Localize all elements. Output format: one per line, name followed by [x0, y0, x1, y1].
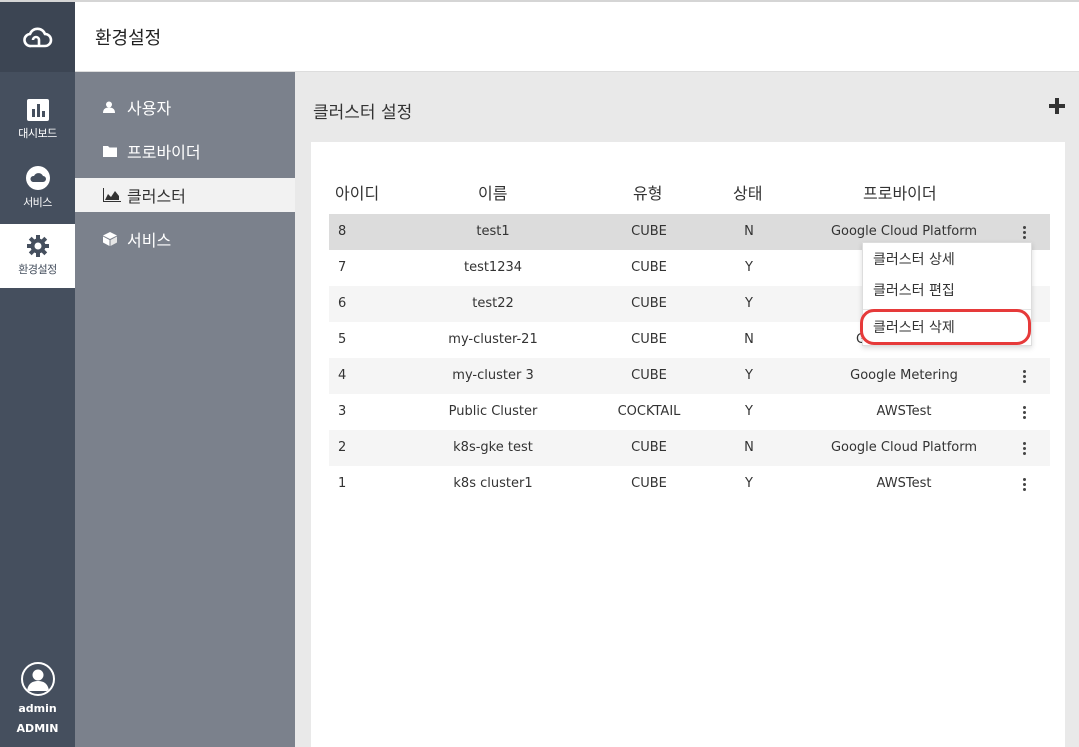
app-logo[interactable] [0, 2, 75, 72]
column-header-provider: 프로바이더 [863, 184, 937, 203]
cell-type: CUBE [631, 296, 667, 311]
page-title: 환경설정 [95, 28, 162, 49]
submenu-item-providers[interactable]: 프로바이더 [75, 134, 295, 168]
cloud-icon [25, 166, 50, 190]
cell-type: CUBE [631, 332, 667, 347]
table-row[interactable]: 3 Public Cluster COCKTAIL Y AWSTest [329, 394, 1050, 430]
column-header-state: 상태 [733, 184, 763, 203]
section-title: 클러스터 설정 [313, 103, 413, 123]
column-header-id: 아이디 [335, 184, 380, 203]
cell-type: CUBE [631, 260, 667, 275]
menu-item-cluster-detail[interactable]: 클러스터 상세 [873, 245, 955, 275]
cloud-logo-icon [22, 27, 52, 48]
menu-item-cluster-edit[interactable]: 클러스터 편집 [873, 276, 955, 306]
cell-type: CUBE [631, 440, 667, 455]
rail-item-label: 서비스 [23, 196, 52, 209]
rail-item-services[interactable]: 서비스 [0, 156, 75, 220]
rail-item-settings[interactable]: 환경설정 [0, 224, 75, 288]
column-header-name: 이름 [478, 184, 508, 203]
cell-state: Y [745, 296, 753, 311]
annotation-highlight [860, 309, 1031, 345]
avatar [20, 662, 55, 696]
cube-icon [103, 232, 121, 246]
cell-state: N [744, 440, 754, 455]
submenu-item-clusters[interactable]: 클러스터 [75, 178, 295, 212]
submenu-item-services[interactable]: 서비스 [75, 222, 295, 256]
user-avatar-icon [26, 669, 49, 691]
more-vertical-icon[interactable] [1019, 370, 1029, 383]
cell-provider: Google Cloud Platform [830, 440, 978, 455]
submenu-item-label: 프로바이더 [127, 143, 201, 162]
rail-item-dashboard[interactable]: 대시보드 [0, 88, 75, 152]
submenu-item-label: 서비스 [127, 231, 172, 250]
user-icon [103, 101, 121, 113]
cell-state: N [744, 224, 754, 239]
cell-type: CUBE [631, 476, 667, 491]
table-row[interactable]: 4 my-cluster 3 CUBE Y Google Metering [329, 358, 1050, 394]
cell-state: N [744, 332, 754, 347]
main-content: 클러스터 설정 아이디 이름 유형 상태 프로바이더 8 test1 CUBE … [295, 72, 1079, 747]
submenu-item-label: 클러스터 [127, 187, 186, 206]
column-header-type: 유형 [633, 184, 663, 203]
cell-type: COCKTAIL [617, 404, 681, 419]
table-row[interactable]: 1 k8s cluster1 CUBE Y AWSTest [329, 466, 1050, 502]
table-row[interactable]: 2 k8s-gke test CUBE N Google Cloud Platf… [329, 430, 1050, 466]
page-header: 환경설정 [75, 2, 1079, 72]
submenu-item-label: 사용자 [127, 99, 172, 118]
submenu-item-users[interactable]: 사용자 [75, 90, 295, 124]
cell-type: CUBE [631, 224, 667, 239]
more-vertical-icon[interactable] [1019, 442, 1029, 455]
rail-item-label: 환경설정 [18, 263, 57, 276]
plus-icon[interactable] [1047, 96, 1067, 116]
bar-chart-icon [26, 99, 49, 121]
user-name: admin [18, 702, 57, 715]
cell-provider: AWSTest [876, 404, 932, 419]
user-profile[interactable]: admin ADMIN [0, 662, 75, 742]
left-rail: 대시보드 서비스 환경설정 admin ADMIN [0, 2, 75, 747]
cell-state: Y [745, 368, 753, 383]
more-vertical-icon[interactable] [1019, 478, 1029, 491]
area-chart-icon [103, 188, 121, 202]
more-vertical-icon[interactable] [1019, 406, 1029, 419]
user-role: ADMIN [16, 722, 59, 735]
cell-state: Y [745, 476, 753, 491]
folder-icon [103, 145, 121, 157]
more-vertical-icon[interactable] [1019, 226, 1029, 239]
cell-provider: Google Metering [850, 368, 958, 383]
cell-type: CUBE [631, 368, 667, 383]
cluster-table-card: 아이디 이름 유형 상태 프로바이더 8 test1 CUBE N Google… [311, 142, 1065, 747]
settings-submenu: 사용자 프로바이더 클러스터 서비스 [75, 72, 295, 747]
cell-state: Y [745, 260, 753, 275]
gear-icon [26, 235, 49, 257]
cell-provider: AWSTest [876, 476, 932, 491]
cell-state: Y [745, 404, 753, 419]
rail-item-label: 대시보드 [18, 127, 57, 140]
